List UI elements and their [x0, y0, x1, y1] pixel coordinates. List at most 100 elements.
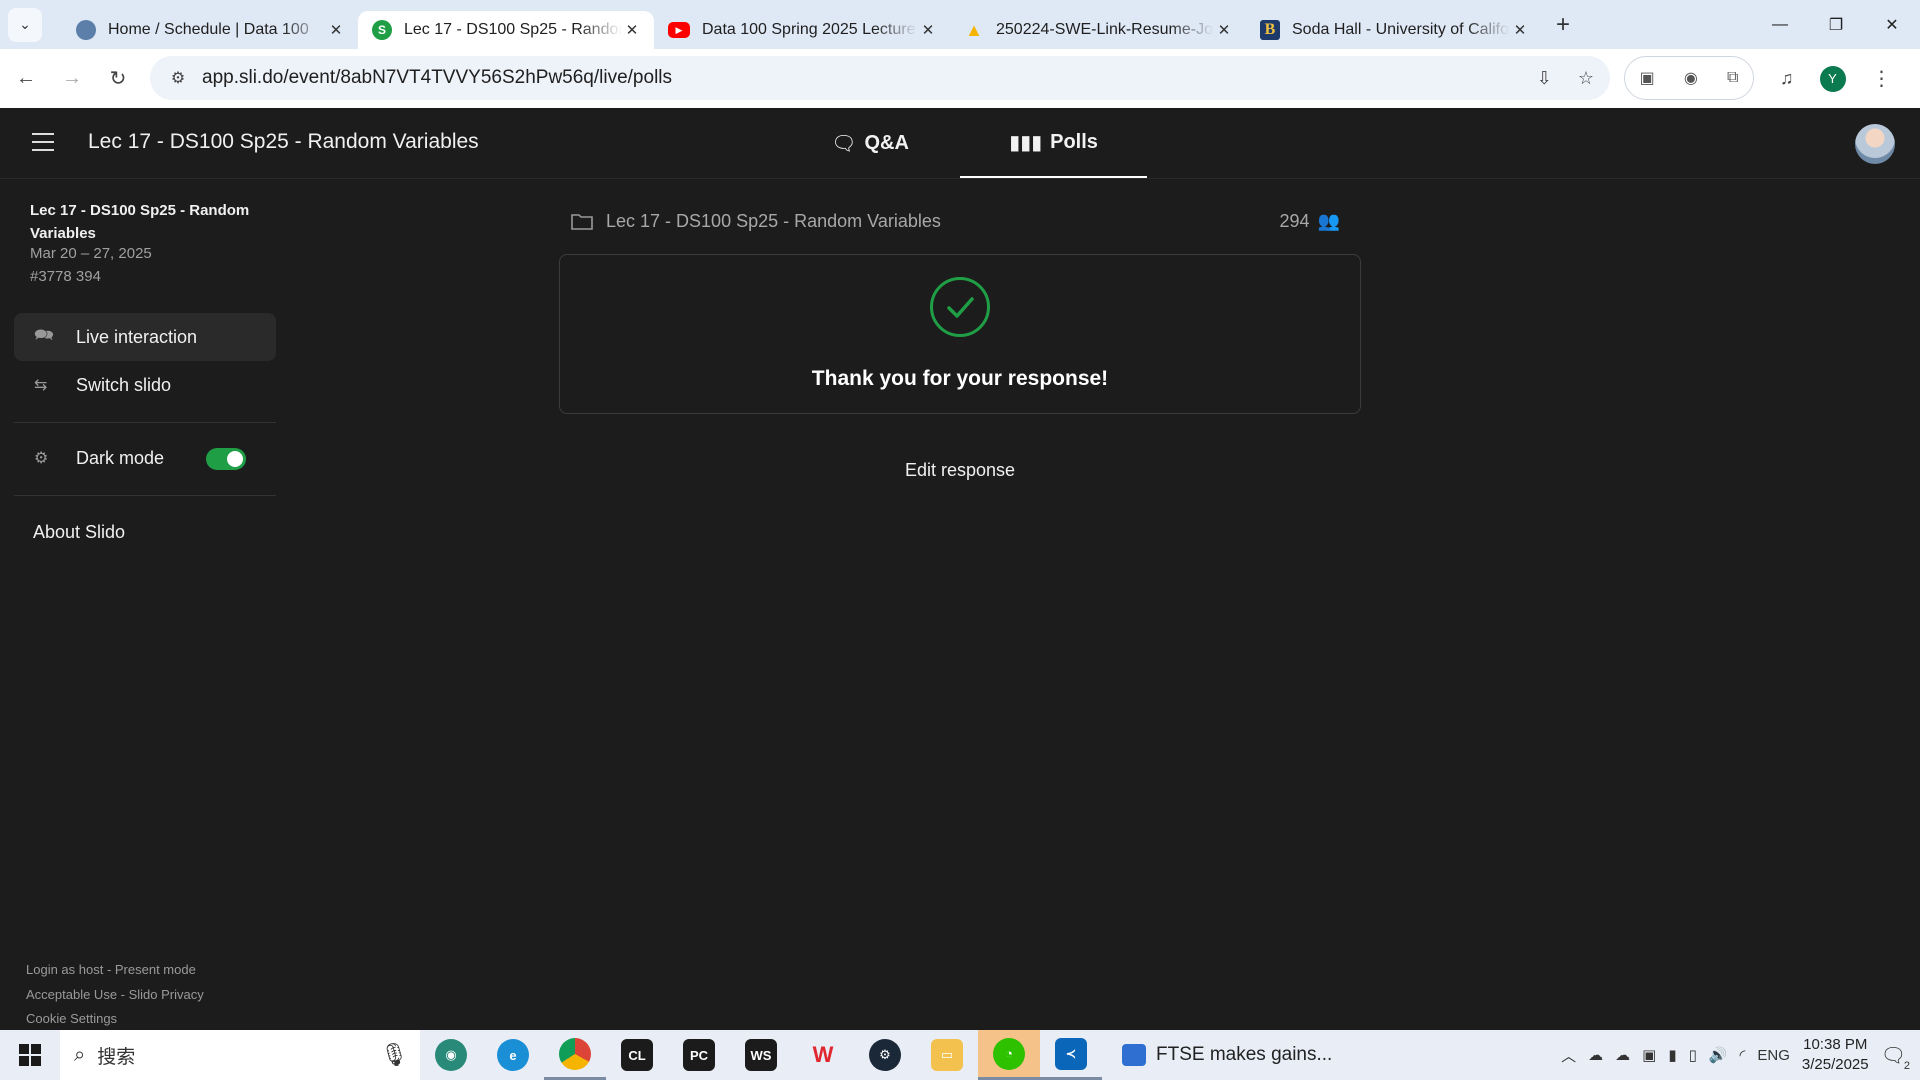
wechat-icon[interactable]: ◔ [978, 1030, 1040, 1080]
extensions-group: ▣ ◉ ⧉ [1624, 56, 1754, 100]
chat-bubbles-icon: 🗪 [34, 326, 54, 344]
bar-chart-icon: ▮▮▮ [1009, 131, 1043, 154]
back-icon[interactable]: ← [6, 59, 46, 99]
footer-link-host[interactable]: Login as host - Present mode [26, 962, 196, 977]
clion-icon[interactable]: CL [606, 1030, 668, 1080]
chevron-up-icon[interactable]: ︿ [1561, 1045, 1576, 1066]
gear-icon: ⚙ [34, 450, 49, 467]
close-tab-icon[interactable]: ✕ [326, 21, 346, 39]
browser-tab-strip: ⌄ Home / Schedule | Data 100 ✕ S Lec 17 - … [0, 0, 1920, 49]
checkmark-icon [930, 277, 990, 337]
new-tab-icon[interactable]: + [1556, 11, 1570, 39]
tab-polls[interactable]: ▮▮▮ Polls [960, 108, 1147, 178]
restore-icon[interactable]: ❐ [1808, 0, 1864, 49]
search-highlight-icon: 🎙 [380, 1042, 408, 1067]
install-app-icon[interactable]: ⇩ [1537, 68, 1552, 89]
browser-menu-icon[interactable]: ⋮ [1872, 66, 1892, 91]
address-bar[interactable]: ⚙ app.sli.do/event/8abN7VT4TVVY56S2hPw56… [150, 56, 1610, 100]
poll-header: Lec 17 - DS100 Sp25 - Random Variables 2… [570, 210, 1350, 232]
speech-bubble-icon: 🗨 [831, 132, 857, 155]
slido-favicon-icon: S [372, 20, 392, 40]
poll-event-title: Lec 17 - DS100 Sp25 - Random Variables [606, 210, 941, 231]
url-text[interactable]: app.sli.do/event/8abN7VT4TVVY56S2hPw56q/… [202, 67, 672, 89]
news-chart-icon [1122, 1044, 1146, 1066]
edge-browser-icon[interactable]: e [482, 1030, 544, 1080]
close-window-icon[interactable]: ✕ [1864, 0, 1920, 49]
windows-start-icon[interactable] [0, 1030, 60, 1080]
app-header: Lec 17 - DS100 Sp25 - Random Variables 🗨… [0, 108, 1920, 179]
footer-link-privacy[interactable]: Acceptable Use - Slido Privacy [26, 987, 204, 1002]
youtube-favicon-icon: ▶ [668, 22, 690, 38]
flag-extension-icon[interactable]: ◉ [1684, 68, 1698, 88]
tab-qa-label: Q&A [864, 131, 909, 154]
clock[interactable]: 10:38 PM 3/25/2025 [1802, 1035, 1869, 1075]
volume-icon[interactable]: 🔊 [1709, 1046, 1728, 1064]
search-icon: ⌕ [74, 1043, 86, 1066]
participant-number: 294 [1279, 210, 1310, 231]
extension-icon[interactable]: ▣ [1640, 68, 1655, 88]
search-placeholder: 搜索 [97, 1046, 136, 1068]
folder-icon [571, 214, 593, 230]
tab-search-button[interactable]: ⌄ [8, 7, 42, 42]
news-widget[interactable]: FTSE makes gains... [1122, 1044, 1332, 1066]
reload-icon[interactable]: ↻ [98, 59, 138, 99]
system-tray: ︿ ☁ ☁ ▣ ▮ ▯ 🔊 ◜ ENG 10:38 PM 3/25/2025 🗨… [1561, 1030, 1920, 1080]
taskbar-search[interactable]: ⌕ 搜索 🎙 [60, 1030, 420, 1080]
wps-office-icon[interactable]: W [792, 1030, 854, 1080]
cloud-offline-icon[interactable]: ☁ [1588, 1046, 1603, 1064]
browser-tab[interactable]: ▲ 250224-SWE-Link-Resume-Jo ✕ [950, 11, 1246, 49]
wifi-icon[interactable]: ◜ [1740, 1046, 1746, 1064]
sidebar-item-label: Switch slido [76, 374, 172, 395]
tab-title: Data 100 Spring 2025 Lecture [702, 21, 916, 38]
close-tab-icon[interactable]: ✕ [918, 21, 938, 39]
edit-response-button[interactable]: Edit response [874, 445, 1046, 495]
profile-avatar[interactable]: Y [1819, 65, 1846, 92]
user-avatar[interactable] [1855, 124, 1895, 164]
onedrive-icon[interactable]: ☁ [1615, 1046, 1630, 1064]
close-tab-icon[interactable]: ✕ [622, 21, 642, 39]
tab-qa[interactable]: 🗨 Q&A [820, 108, 920, 178]
about-slido-link[interactable]: About Slido [33, 522, 125, 543]
clock-date: 3/25/2025 [1801, 1056, 1869, 1073]
tab-title: Home / Schedule | Data 100 [108, 21, 309, 38]
event-code: #3778 394 [30, 268, 101, 285]
brain-app-icon[interactable]: ◉ [420, 1030, 482, 1080]
bookmark-star-icon[interactable]: ☆ [1578, 68, 1594, 89]
minimize-icon[interactable]: — [1752, 0, 1808, 49]
language-indicator[interactable]: ENG [1757, 1047, 1790, 1064]
footer-link-cookies[interactable]: Cookie Settings [26, 1011, 117, 1026]
puzzle-extensions-icon[interactable]: ⧉ [1727, 69, 1738, 87]
notifications-icon[interactable]: 🗨 2 [1881, 1043, 1910, 1072]
sidebar-item-switch-slido[interactable]: ⇆ Switch slido [14, 361, 276, 409]
site-settings-icon[interactable]: ⚙ [160, 68, 196, 88]
browser-tab[interactable]: Home / Schedule | Data 100 ✕ [62, 11, 358, 49]
participants-icon: 👥 [1317, 210, 1340, 231]
browser-tab[interactable]: ▶ Data 100 Spring 2025 Lecture ✕ [654, 11, 950, 49]
display-icon[interactable]: ▣ [1642, 1046, 1656, 1064]
chrome-browser-icon[interactable] [544, 1030, 606, 1080]
tab-title: Soda Hall - University of California [1292, 21, 1510, 38]
pycharm-icon[interactable]: PC [668, 1030, 730, 1080]
browser-toolbar: ← → ↻ ⚙ app.sli.do/event/8abN7VT4TVVY56S… [0, 49, 1920, 108]
forward-icon[interactable]: → [52, 59, 92, 99]
file-explorer-icon[interactable]: ▭ [916, 1030, 978, 1080]
berkeley-favicon-icon: B [1260, 20, 1280, 40]
thank-you-message: Thank you for your response! [811, 367, 1109, 390]
battery-icon[interactable]: ▮ [1668, 1046, 1676, 1064]
event-dates: Mar 20 – 27, 2025 [30, 245, 152, 262]
clock-time: 10:38 PM [1803, 1036, 1868, 1053]
hamburger-menu-icon[interactable] [32, 133, 54, 157]
browser-tab[interactable]: B Soda Hall - University of California✕ [1246, 11, 1542, 49]
close-tab-icon[interactable]: ✕ [1510, 21, 1530, 39]
close-tab-icon[interactable]: ✕ [1214, 21, 1234, 39]
webstorm-icon[interactable]: WS [730, 1030, 792, 1080]
news-headline: FTSE makes gains... [1156, 1044, 1333, 1065]
steam-icon[interactable]: ⚙ [854, 1030, 916, 1080]
media-control-icon[interactable]: ♫ [1780, 68, 1794, 89]
vscode-icon[interactable]: ≺ [1040, 1030, 1102, 1080]
browser-tab-active[interactable]: S Lec 17 - DS100 Sp25 - Random Variables✕ [358, 11, 654, 49]
sidebar-item-live-interaction[interactable]: 🗪 Live interaction [14, 313, 276, 361]
google-drive-favicon-icon: ▲ [965, 19, 983, 40]
device-icon[interactable]: ▯ [1689, 1046, 1697, 1064]
dark-mode-toggle[interactable] [206, 448, 246, 470]
